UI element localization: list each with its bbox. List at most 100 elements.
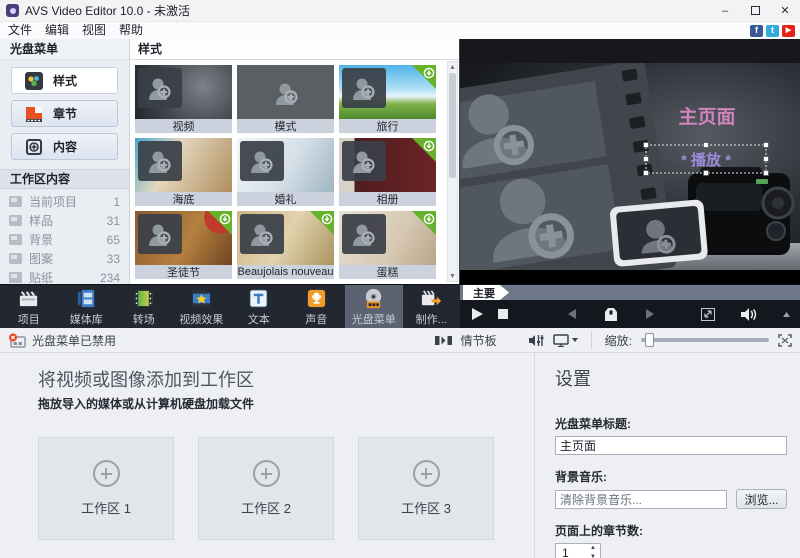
expand-controls-icon[interactable] [783, 312, 790, 317]
list-item[interactable]: 样品 31 [9, 211, 120, 230]
background-music-input[interactable] [555, 490, 727, 509]
video-effects-icon [190, 287, 213, 310]
stepper-up-icon[interactable]: ▲ [586, 544, 600, 553]
chapters-count-value: 1 [556, 544, 586, 558]
style-thumbnail[interactable]: Beaujolais nouveau [237, 211, 334, 279]
workspace-drop-area[interactable]: 工作区 2 [198, 437, 334, 540]
list-item[interactable]: 背景 65 [9, 230, 120, 249]
volume-button[interactable] [741, 308, 757, 321]
play-button-text[interactable]: * 播放 * [681, 151, 731, 169]
workspace-subheading: 拖放导入的媒体或从计算机硬盘加载文件 [38, 395, 534, 412]
list-item-label: 图案 [29, 250, 53, 267]
person-silhouette-icon [138, 141, 182, 181]
list-item-label: 贴纸 [29, 269, 53, 286]
style-thumbnail-label: 蛋糕 [339, 265, 436, 279]
zoom-label: 缩放: [605, 332, 632, 349]
previous-frame-button[interactable] [568, 309, 576, 319]
menu-item[interactable]: 视图 [82, 22, 106, 39]
style-thumbnails: 视频 模式 [130, 60, 459, 284]
fullscreen-button[interactable] [701, 308, 715, 321]
menu-title-text[interactable]: 主页面 [678, 106, 735, 128]
sidebar-button-chapters[interactable]: 章节 [11, 100, 118, 127]
tab-disc-menu[interactable]: 光盘菜单 [345, 285, 403, 328]
menu-item[interactable]: 编辑 [45, 22, 69, 39]
tool-label: 制作... [416, 311, 447, 327]
zoom-slider[interactable] [641, 338, 769, 342]
sidebar-button-label: 样式 [53, 72, 77, 89]
list-item[interactable]: 图案 33 [9, 249, 120, 268]
media-library-icon [75, 287, 98, 310]
menu-item[interactable]: 帮助 [119, 22, 143, 39]
close-button[interactable]: ✕ [770, 0, 800, 21]
stop-button[interactable] [498, 309, 508, 319]
person-silhouette-icon [342, 214, 386, 254]
download-badge-icon [208, 211, 232, 235]
style-thumbnail[interactable]: 蛋糕 [339, 211, 436, 279]
transitions-icon [132, 287, 155, 310]
breadcrumb-tab-main[interactable]: 主要 [463, 285, 509, 300]
minimize-button[interactable]: – [710, 0, 740, 21]
next-frame-button[interactable] [646, 309, 654, 319]
download-badge-icon [412, 65, 436, 89]
workspace-area-label: 工作区 2 [241, 498, 291, 517]
chapters-count-stepper[interactable]: 1 ▲ ▼ [555, 543, 601, 558]
add-media-icon [93, 460, 120, 487]
sidebar-button-styles[interactable]: 样式 [11, 67, 118, 94]
produce-icon [420, 287, 443, 310]
style-thumbnail[interactable]: 婚礼 [237, 138, 334, 206]
microphone-icon [305, 287, 328, 310]
style-thumbnail[interactable]: 旅行 [339, 65, 436, 133]
stepper-down-icon[interactable]: ▼ [586, 553, 600, 558]
folder-icon [9, 272, 22, 283]
tab-audio[interactable]: 声音 [288, 285, 346, 328]
list-item[interactable]: 当前项目 1 [9, 192, 120, 211]
play-button[interactable] [470, 307, 484, 321]
style-thumbnail-image [339, 65, 436, 119]
person-silhouette-icon [240, 141, 284, 181]
sidebar-button-content[interactable]: 内容 [11, 133, 118, 160]
menu-breadcrumb-strip: 主要 [460, 285, 800, 300]
tab-text[interactable]: 文本 [230, 285, 288, 328]
youtube-icon[interactable]: ▶ [782, 25, 795, 37]
workspace-drop-area[interactable]: 工作区 1 [38, 437, 174, 540]
style-thumbnail[interactable]: 模式 [237, 65, 334, 133]
style-thumbnail-label: 相册 [339, 192, 436, 206]
disc-menu-sidebar: 光盘菜单 样式 章节 内容 工作区内容 当前项目 1 [0, 39, 130, 284]
position-marker-icon[interactable] [604, 307, 618, 322]
scrollbar-thumb[interactable] [449, 73, 456, 178]
display-mode-dropdown[interactable] [553, 334, 578, 347]
style-thumbnail[interactable]: 海底 [135, 138, 232, 206]
tab-projects[interactable]: 项目 [0, 285, 58, 328]
style-thumbnail-image [135, 65, 232, 119]
tab-transitions[interactable]: 转场 [115, 285, 173, 328]
workspace-drop-area[interactable]: 工作区 3 [358, 437, 494, 540]
style-thumbnail[interactable]: 视频 [135, 65, 232, 133]
fit-to-screen-icon[interactable] [778, 334, 792, 347]
facebook-icon[interactable]: f [750, 25, 763, 37]
twitter-icon[interactable]: t [766, 25, 779, 37]
workspace-contents-list: 当前项目 1 样品 31 背景 65 图案 [0, 189, 129, 290]
menu-item[interactable]: 文件 [8, 22, 32, 39]
sidebar-header: 光盘菜单 [0, 39, 129, 60]
list-item-count: 234 [100, 271, 120, 285]
add-media-icon [253, 460, 280, 487]
style-thumbnail[interactable]: 圣徒节 [135, 211, 232, 279]
scroll-up-icon[interactable]: ▲ [448, 62, 457, 72]
preview-screen[interactable]: 主页面 * 播放 * [460, 63, 800, 270]
preview-top-strip [460, 39, 800, 63]
menu-title-input[interactable] [555, 436, 787, 455]
tab-video-effects[interactable]: 视频效果 [173, 285, 231, 328]
zoom-slider-thumb[interactable] [645, 333, 654, 347]
tab-produce[interactable]: 制作... [403, 285, 461, 328]
style-thumbnail-label: 婚礼 [237, 192, 334, 206]
tab-media-library[interactable]: 媒体库 [58, 285, 116, 328]
menu-title-label: 光盘菜单标题: [555, 415, 788, 432]
browse-button[interactable]: 浏览... [736, 489, 787, 509]
content-icon [25, 138, 43, 156]
gallery-scrollbar[interactable]: ▲ ▼ [447, 61, 458, 282]
storyboard-toggle[interactable]: 情节板 [461, 332, 497, 349]
style-thumbnail[interactable]: 相册 [339, 138, 436, 206]
scroll-down-icon[interactable]: ▼ [448, 271, 457, 281]
maximize-icon [751, 6, 760, 15]
maximize-button[interactable] [740, 0, 770, 21]
